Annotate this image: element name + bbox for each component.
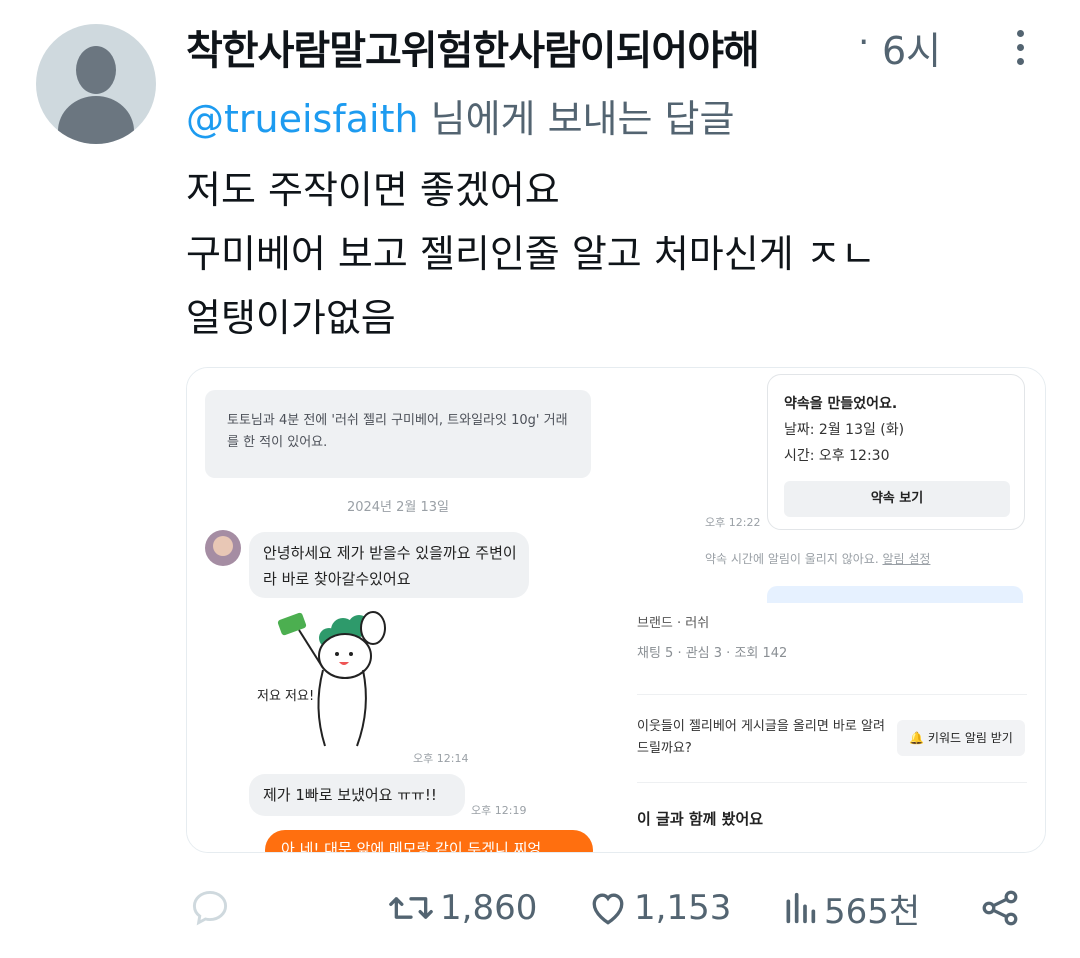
notify-settings-link: 알림 설정 bbox=[882, 552, 931, 566]
listing-stats: 채팅 5 · 관심 3 · 조회 142 bbox=[637, 646, 788, 661]
chat-bubble: 제가 1빠로 보냈어요 ㅠㅠ!! bbox=[249, 774, 465, 816]
share-button[interactable] bbox=[978, 876, 1022, 940]
chat-timestamp: 오후 12:22 bbox=[705, 516, 761, 529]
more-options-icon[interactable] bbox=[1010, 30, 1030, 74]
media-image-left[interactable]: 토토님과 4분 전에 '러쉬 젤리 구미베어, 트와일라잇 10g' 거래를 한… bbox=[187, 368, 609, 852]
retweet-button[interactable]: 1,860 bbox=[386, 876, 537, 940]
share-icon bbox=[982, 890, 1018, 926]
tweet-time[interactable]: 6시 bbox=[882, 20, 941, 75]
views-count: 565천 bbox=[824, 891, 921, 932]
appointment-date: 날짜: 2월 13일 (화) bbox=[784, 422, 905, 438]
appointment-time: 시간: 오후 12:30 bbox=[784, 448, 890, 464]
tweet-line: 저도 주작이면 좋겠어요 bbox=[186, 168, 560, 212]
seen-together-heading: 이 글과 함께 봤어요 bbox=[637, 810, 764, 828]
tweet-line: 구미베어 보고 젤리인줄 알고 처마신게 ㅈㄴ bbox=[186, 232, 876, 276]
action-bar: 1,860 1,153 565천 bbox=[0, 876, 1080, 940]
like-count: 1,153 bbox=[634, 888, 732, 928]
reply-handle-link[interactable]: @trueisfaith bbox=[186, 97, 419, 141]
author-name[interactable]: 착한사람말고위험한사람이되어야해 bbox=[186, 18, 760, 76]
reply-button[interactable] bbox=[188, 876, 232, 940]
view-appointment-button: 약속 보기 bbox=[784, 481, 1010, 517]
appointment-card: 약속을 만들었어요. 날짜: 2월 13일 (화) 시간: 오후 12:30 약… bbox=[767, 374, 1025, 530]
brand-label: 브랜드 · 러쉬 bbox=[637, 616, 710, 631]
divider bbox=[637, 694, 1027, 695]
views-button[interactable]: 565천 bbox=[780, 876, 920, 940]
keyword-question: 이웃들이 젤리베어 게시글을 올리면 바로 알려드릴까요? bbox=[637, 719, 885, 756]
tweet-line: 얼탱이가없음 bbox=[186, 296, 396, 340]
media-image-right-top[interactable]: 약속을 만들었어요. 날짜: 2월 13일 (화) 시간: 오후 12:30 약… bbox=[621, 368, 1045, 603]
retweet-icon bbox=[389, 897, 433, 919]
comment-icon bbox=[192, 890, 228, 926]
reply-suffix: 님에게 보내는 답글 bbox=[418, 97, 735, 141]
keyword-alert-button: 🔔 키워드 알림 받기 bbox=[897, 720, 1025, 756]
divider bbox=[637, 782, 1027, 783]
views-chart-icon bbox=[786, 892, 816, 924]
sticker-text: 저요 저요! bbox=[257, 689, 314, 704]
notify-notice: 약속 시간에 알림이 울리지 않아요. 알림 설정 bbox=[705, 552, 931, 566]
media-grid: 토토님과 4분 전에 '러쉬 젤리 구미베어, 트와일라잇 10g' 거래를 한… bbox=[186, 367, 1046, 853]
avatar-body bbox=[58, 96, 134, 144]
chat-bubble-mine: 아 네! 대문 앞에 메모랑 같이 두겠니 찌엉 bbox=[265, 830, 593, 852]
sticker-image: 저요 저요! bbox=[257, 611, 386, 747]
system-message: 토토님과 4분 전에 '러쉬 젤리 구미베어, 트와일라잇 10g' 거래를 한… bbox=[205, 390, 591, 478]
separator-dot: · bbox=[858, 22, 870, 63]
avatar-head bbox=[76, 46, 116, 94]
media-divider bbox=[621, 603, 1045, 616]
media-divider bbox=[609, 368, 621, 852]
chat-bubble: 안녕하세요 제가 받을수 있을까요 주변이라 바로 찾아갈수있어요 bbox=[249, 532, 529, 598]
chat-timestamp: 오후 12:14 bbox=[413, 752, 469, 765]
appointment-title: 약속을 만들었어요. bbox=[784, 396, 898, 412]
tweet-text: 저도 주작이면 좋겠어요 구미베어 보고 젤리인줄 알고 처마신게 ㅈㄴ 얼탱이… bbox=[186, 158, 876, 350]
reply-context: @trueisfaith 님에게 보내는 답글 bbox=[186, 88, 734, 143]
avatar[interactable] bbox=[36, 24, 156, 144]
heart-icon bbox=[592, 893, 624, 925]
chat-date: 2024년 2월 13일 bbox=[346, 500, 450, 515]
media-image-right-bottom[interactable]: 브랜드 · 러쉬 채팅 5 · 관심 3 · 조회 142 이웃들이 젤리베어 … bbox=[621, 616, 1045, 852]
like-button[interactable]: 1,153 bbox=[586, 876, 731, 940]
chat-avatar bbox=[205, 530, 241, 566]
blue-bar bbox=[767, 586, 1023, 603]
chat-timestamp: 오후 12:19 bbox=[471, 804, 527, 817]
retweet-count: 1,860 bbox=[440, 888, 538, 928]
